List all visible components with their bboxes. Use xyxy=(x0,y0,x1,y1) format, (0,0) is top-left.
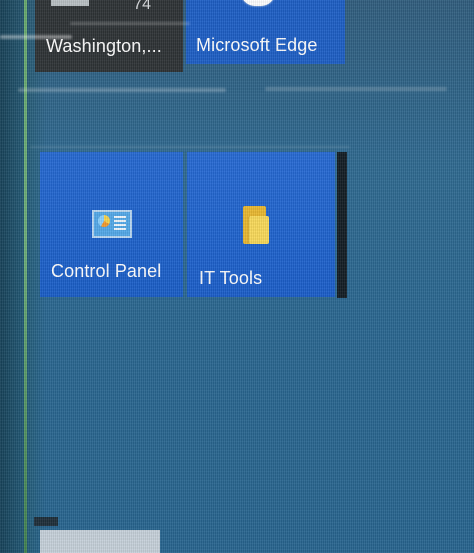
edge-icon xyxy=(241,0,275,6)
screen-glare xyxy=(18,88,226,92)
weather-temperature: 74 xyxy=(133,0,151,13)
microsoft-edge-tile[interactable]: Microsoft Edge xyxy=(186,0,345,64)
microsoft-edge-label: Microsoft Edge xyxy=(196,35,318,55)
bottom-frame xyxy=(40,530,160,553)
control-panel-icon xyxy=(92,210,132,240)
screen-glare xyxy=(30,146,350,148)
folder-front xyxy=(249,216,269,244)
control-panel-chart xyxy=(98,215,110,227)
weather-top-bar xyxy=(51,0,89,6)
control-panel-tile[interactable]: Control Panel xyxy=(40,152,183,297)
folder-icon xyxy=(243,206,269,244)
it-tools-label: IT Tools xyxy=(199,268,263,288)
control-panel-bars xyxy=(114,216,126,230)
tile-group: Control Panel IT Tools xyxy=(40,152,347,299)
screen-glare xyxy=(265,87,447,91)
bottom-corner xyxy=(34,517,58,526)
left-rail-line xyxy=(24,0,27,553)
control-panel-label: Control Panel xyxy=(51,261,162,281)
group-shadow xyxy=(337,152,347,298)
weather-tile-label: Washington,... xyxy=(46,36,162,56)
it-tools-tile[interactable]: IT Tools xyxy=(187,152,335,297)
screen-glare xyxy=(70,22,190,25)
screen-glare xyxy=(0,35,72,39)
